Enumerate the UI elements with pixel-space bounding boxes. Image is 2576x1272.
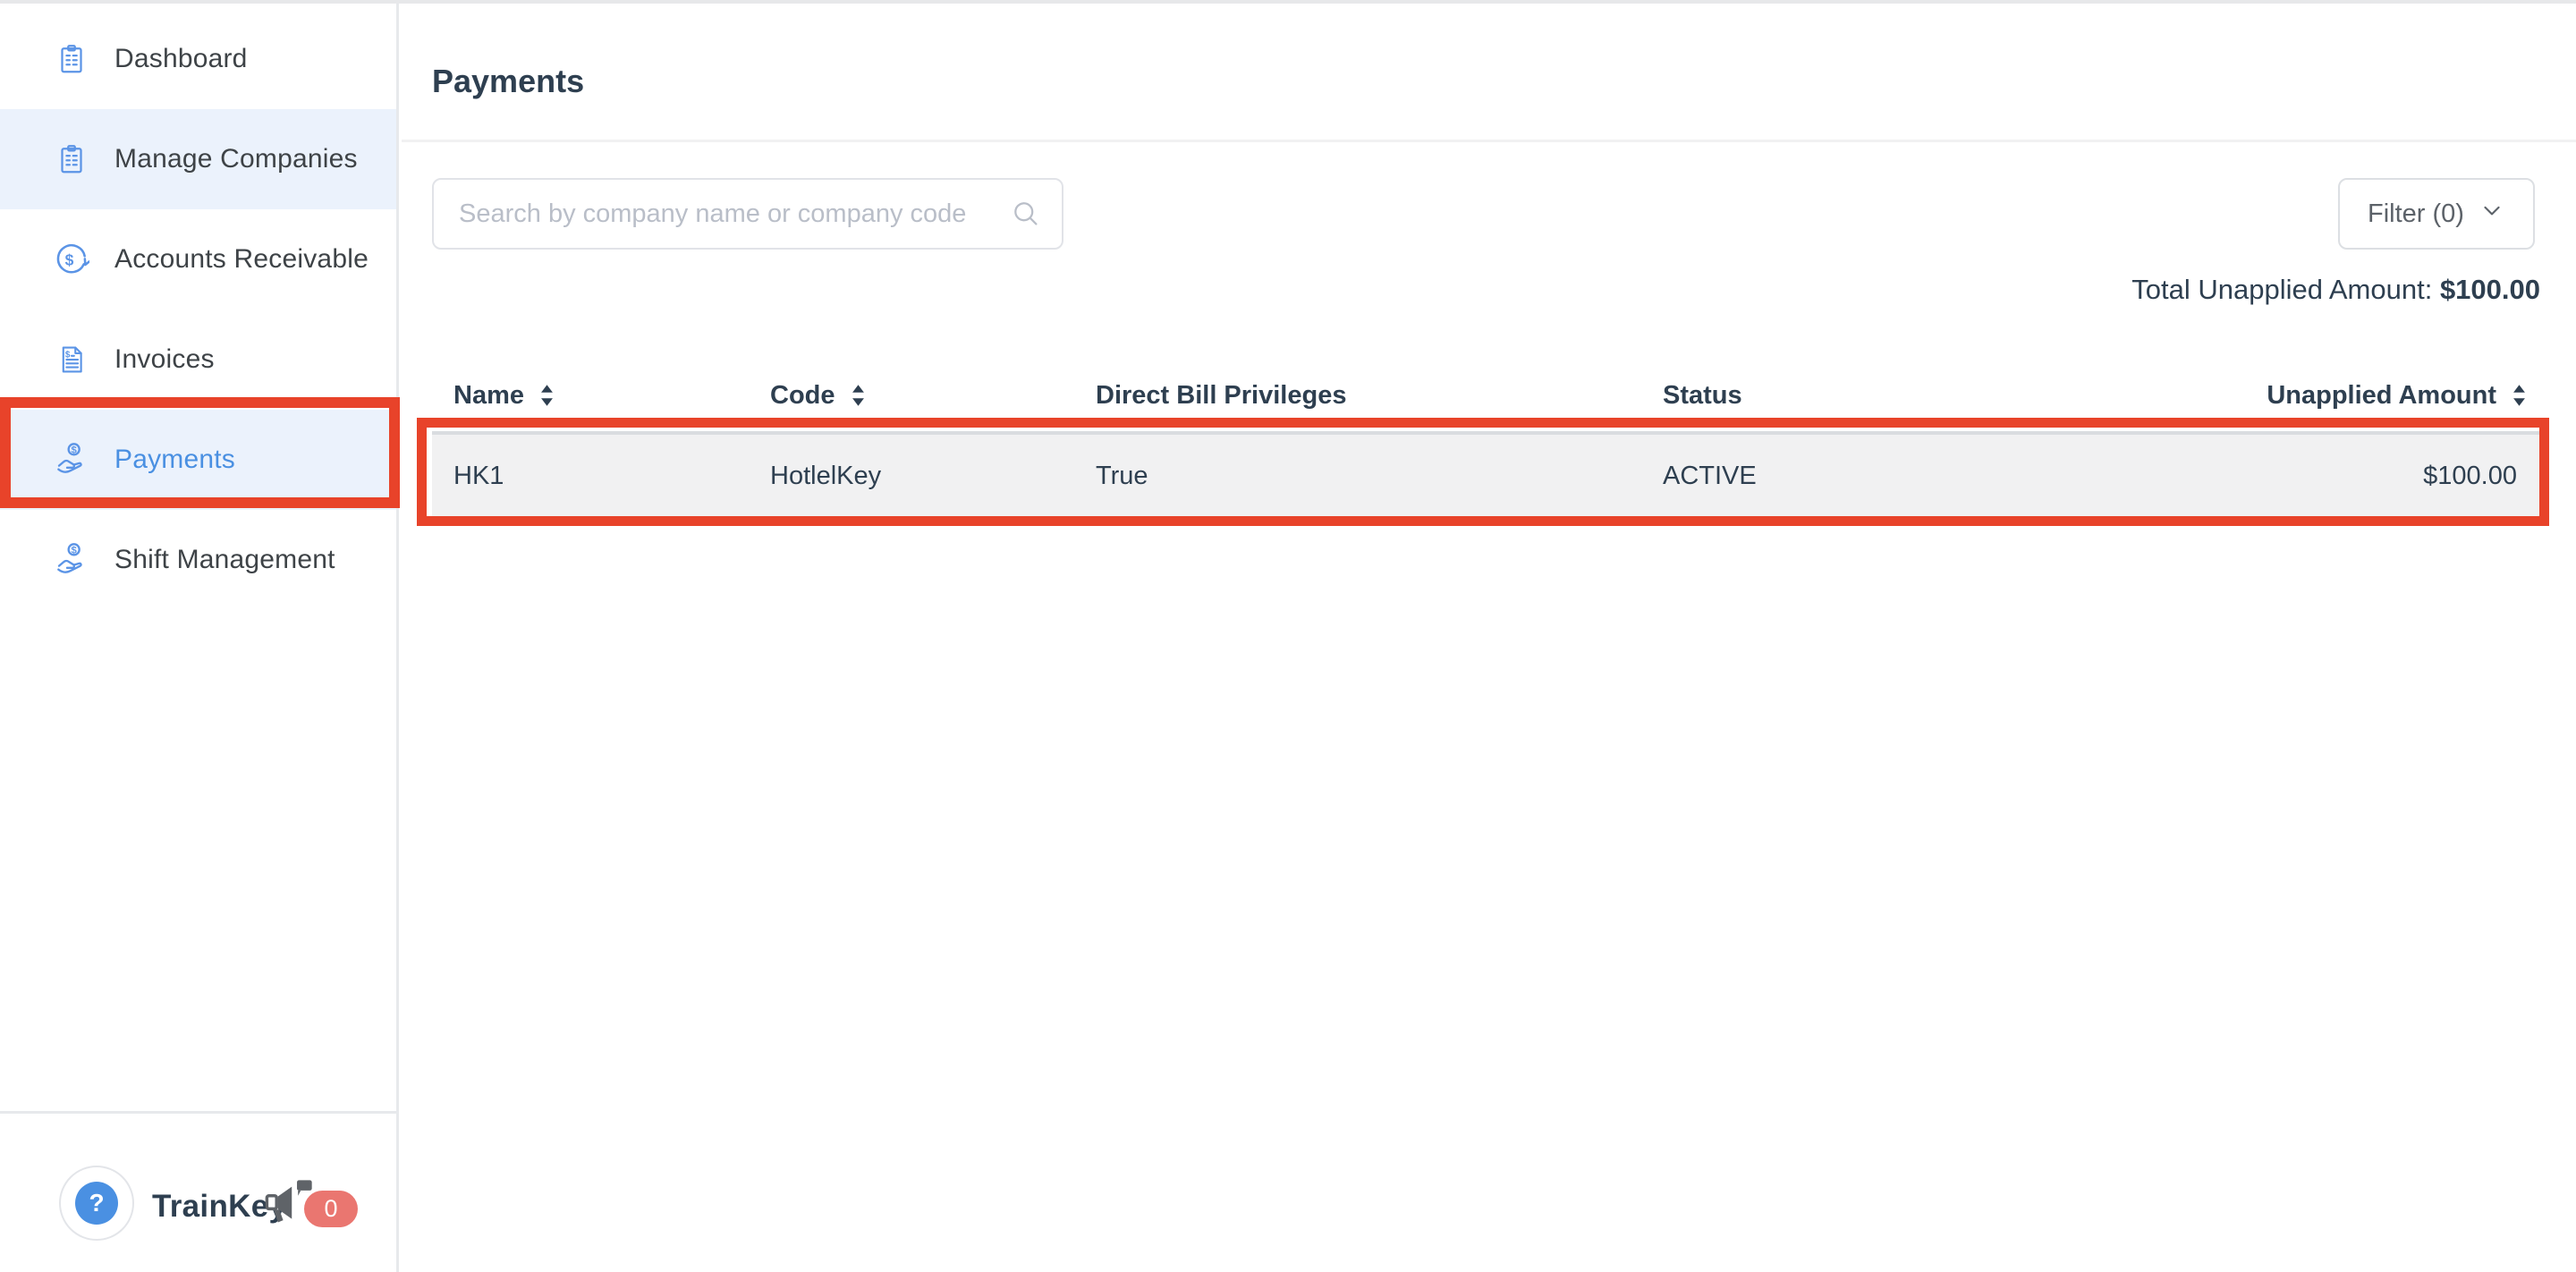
table-header-row: Name Code Direct Bill Privileges Status … — [432, 360, 2544, 431]
table-body: HK1 HotlelKey True ACTIVE $100.00 — [432, 431, 2544, 521]
company-icon — [52, 41, 91, 77]
cell-value: $100.00 — [2423, 462, 2517, 491]
svg-text:$: $ — [65, 250, 74, 268]
header-divider — [402, 140, 2576, 142]
column-header-name[interactable]: Name — [432, 360, 749, 431]
cell-code: HotlelKey — [749, 435, 1074, 517]
column-header-unapplied-amount[interactable]: Unapplied Amount — [2080, 360, 2544, 431]
svg-text:$: $ — [72, 445, 78, 456]
sidebar-nav: Dashboard Manage Companies $ Accounts Re… — [0, 4, 396, 610]
sidebar-item-invoices[interactable]: $ Invoices — [0, 310, 396, 410]
cell-value: ACTIVE — [1663, 462, 1757, 491]
invoice-icon: $ — [52, 342, 91, 377]
dollar-circle-icon: $ — [52, 242, 91, 277]
filter-button-label: Filter (0) — [2368, 199, 2464, 229]
cell-value: HotlelKey — [770, 462, 881, 491]
cell-name: HK1 — [432, 435, 749, 517]
sidebar-item-dashboard[interactable]: Dashboard — [0, 9, 396, 109]
column-header-code[interactable]: Code — [749, 360, 1074, 431]
notification-count-badge: 0 — [304, 1191, 358, 1227]
sidebar: Dashboard Manage Companies $ Accounts Re… — [0, 4, 399, 1272]
cell-status: ACTIVE — [1641, 435, 2080, 517]
table-row[interactable]: HK1 HotlelKey True ACTIVE $100.00 — [432, 431, 2544, 521]
sidebar-footer: ? TrainKey 0 — [0, 1111, 396, 1272]
sort-icon — [2512, 384, 2526, 407]
cell-value: HK1 — [453, 462, 504, 491]
search-box — [432, 178, 1063, 250]
total-unapplied-label: Total Unapplied Amount: — [2131, 274, 2432, 305]
total-unapplied-amount: Total Unapplied Amount: $100.00 — [2131, 274, 2540, 306]
page-title: Payments — [432, 63, 584, 100]
sort-icon — [852, 384, 865, 407]
search-input[interactable] — [434, 180, 1010, 248]
cell-unapplied-amount: $100.00 — [2080, 435, 2544, 517]
company-icon — [52, 141, 91, 177]
column-header-status[interactable]: Status — [1641, 360, 2080, 431]
sidebar-item-shift-management[interactable]: $ Shift Management — [0, 510, 396, 610]
payments-table: Name Code Direct Bill Privileges Status … — [432, 360, 2544, 521]
filter-button[interactable]: Filter (0) — [2338, 178, 2535, 250]
main-content: Payments Filter (0) Total Unapplied Amou… — [402, 4, 2576, 1272]
sidebar-item-accounts-receivable[interactable]: $ Accounts Receivable — [0, 209, 396, 310]
chevron-down-icon — [2479, 197, 2505, 231]
help-button[interactable]: ? — [59, 1166, 134, 1241]
cell-value: True — [1096, 462, 1148, 491]
help-icon: ? — [75, 1182, 118, 1225]
notifications-button[interactable]: 0 — [263, 1178, 363, 1242]
search-icon — [1010, 198, 1042, 230]
sidebar-item-manage-companies[interactable]: Manage Companies — [0, 109, 396, 209]
cell-direct-bill-privileges: True — [1074, 435, 1641, 517]
total-unapplied-value: $100.00 — [2440, 274, 2540, 305]
sort-icon — [540, 384, 554, 407]
hand-coin-icon: $ — [52, 441, 91, 479]
column-header-direct-bill-privileges[interactable]: Direct Bill Privileges — [1074, 360, 1641, 431]
hand-coin-icon: $ — [52, 541, 91, 579]
sidebar-item-payments[interactable]: $ Payments — [0, 410, 396, 510]
svg-text:$: $ — [65, 351, 71, 360]
svg-text:$: $ — [72, 546, 78, 556]
